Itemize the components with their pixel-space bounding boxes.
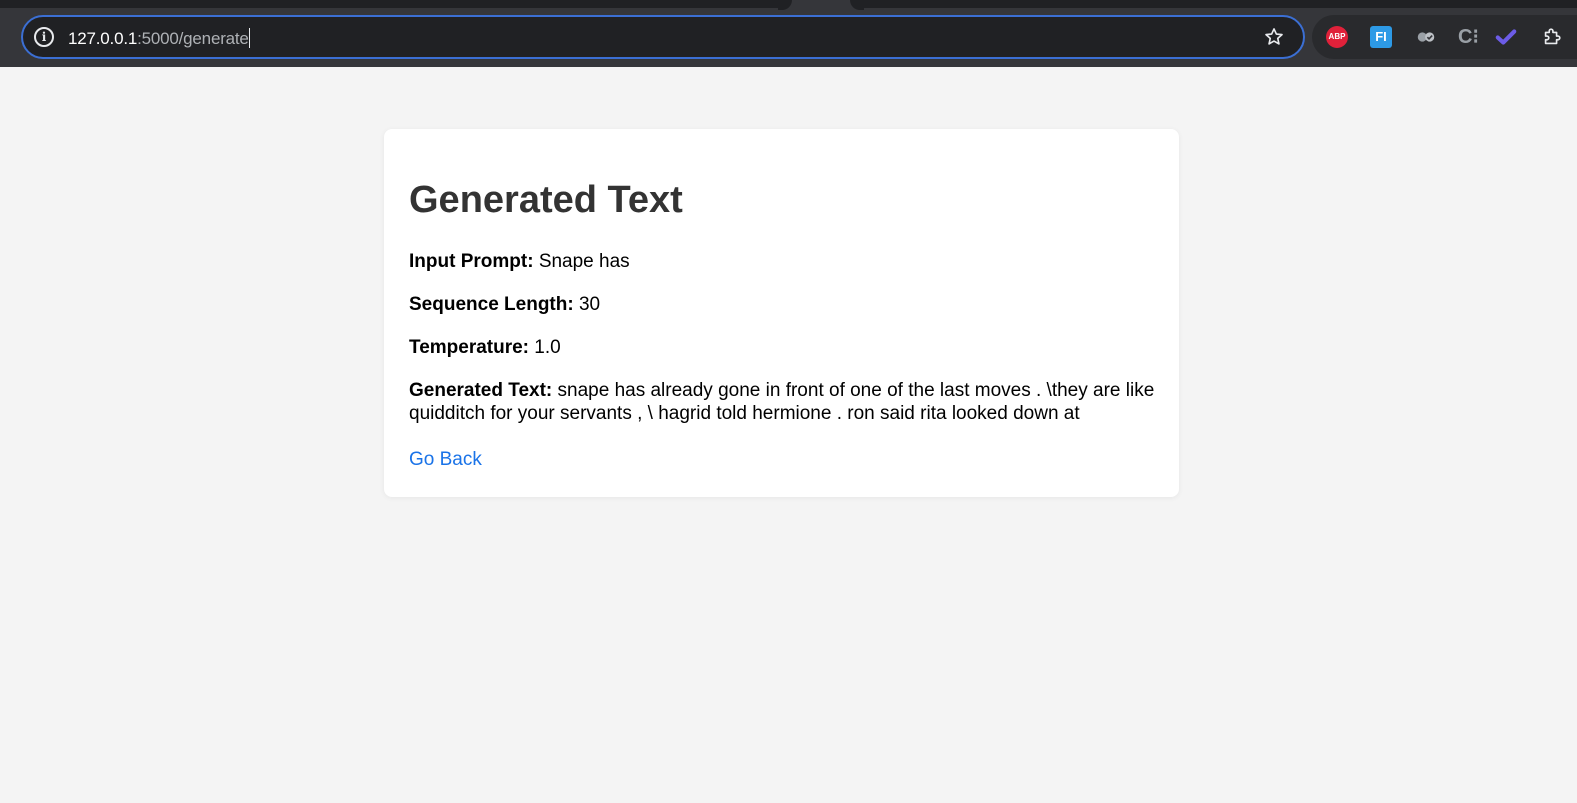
url-text[interactable]: 127.0.0.1:5000/generate [68, 28, 250, 49]
temperature-value: 1.0 [534, 337, 561, 358]
extensions-area: ABP FI C⁝ [1312, 15, 1577, 59]
toggle-extension-icon[interactable] [1415, 26, 1437, 48]
go-back-link[interactable]: Go Back [409, 449, 482, 471]
input-prompt-field: Input Prompt: Snape has [409, 250, 630, 273]
address-bar[interactable]: i 127.0.0.1:5000/generate [21, 15, 1305, 59]
sequence-length-label: Sequence Length: [409, 294, 574, 315]
browser-toolbar: i 127.0.0.1:5000/generate ABP FI C⁝ [0, 0, 1577, 67]
c-extension-icon[interactable]: C⁝ [1458, 26, 1480, 48]
bookmark-star-icon[interactable] [1263, 26, 1285, 48]
site-info-icon[interactable]: i [34, 27, 54, 47]
result-card: Generated Text Input Prompt: Snape has S… [384, 129, 1179, 497]
page-title: Generated Text [409, 179, 683, 221]
generated-text-field: Generated Text: snape has already gone i… [409, 379, 1159, 425]
temperature-field: Temperature: 1.0 [409, 336, 561, 359]
text-caret [248, 28, 250, 48]
input-prompt-label: Input Prompt: [409, 251, 534, 272]
fi-extension-icon[interactable]: FI [1370, 26, 1392, 48]
sequence-length-field: Sequence Length: 30 [409, 293, 600, 316]
active-tab-edge [778, 0, 864, 10]
adblock-plus-icon[interactable]: ABP [1326, 26, 1348, 48]
generated-text-label: Generated Text: [409, 380, 553, 401]
input-prompt-value: Snape has [538, 251, 630, 272]
url-host: 127.0.0.1 [68, 29, 138, 48]
url-path: :5000/generate [137, 29, 249, 48]
sequence-length-value: 30 [578, 294, 601, 315]
temperature-label: Temperature: [409, 337, 530, 358]
extensions-puzzle-icon[interactable] [1541, 26, 1563, 48]
checkmark-extension-icon[interactable] [1495, 26, 1517, 48]
